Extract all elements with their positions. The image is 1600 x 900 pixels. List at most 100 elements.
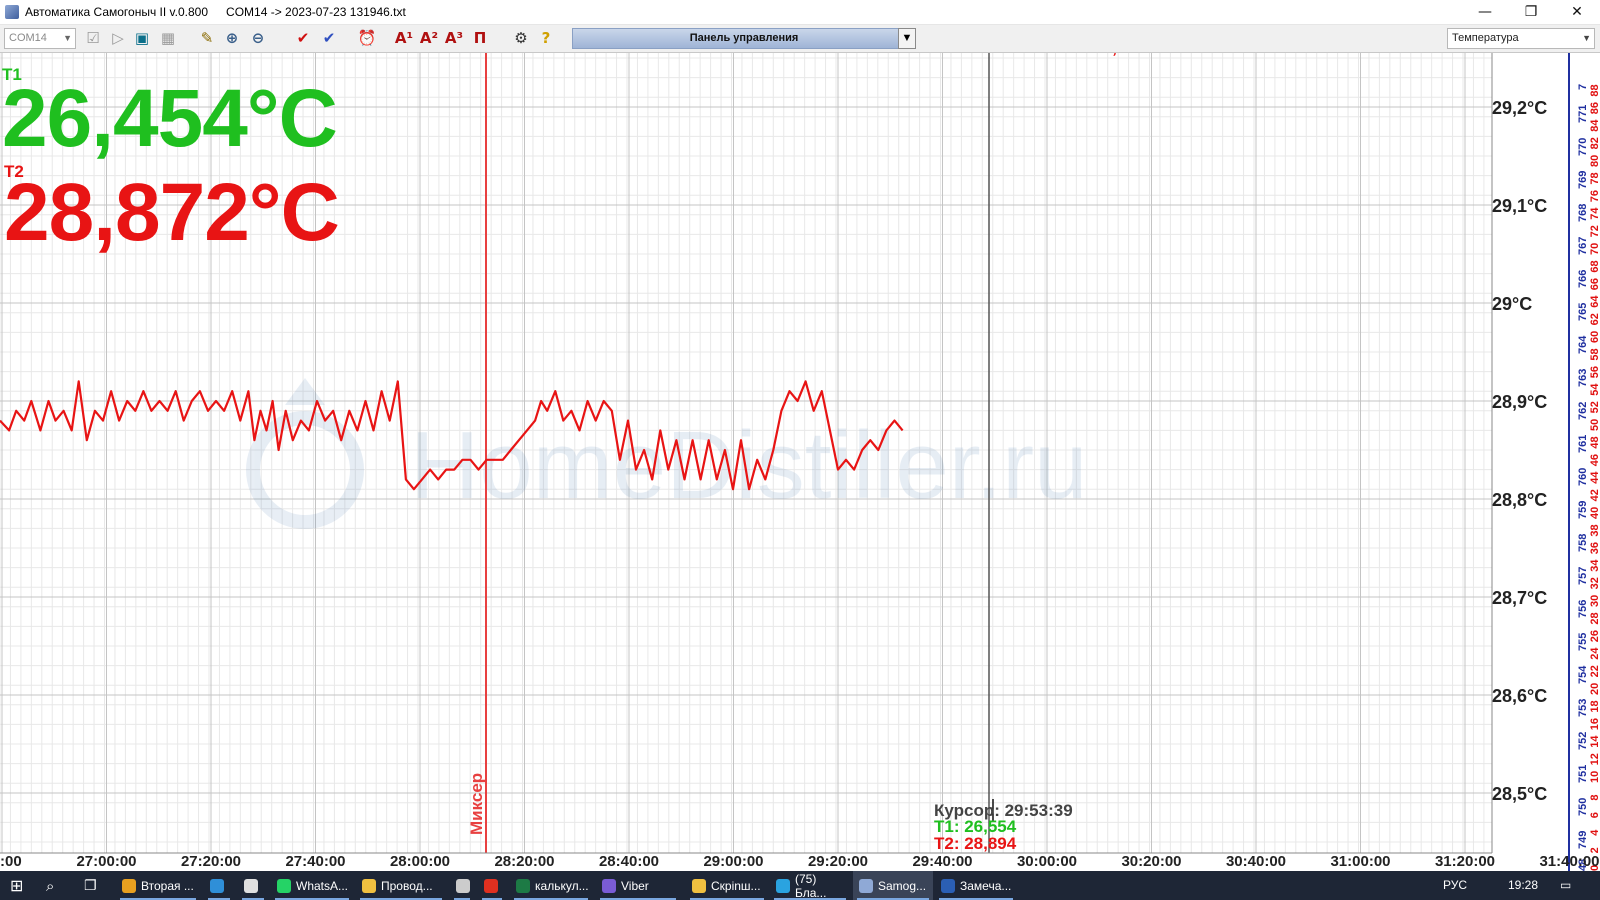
chrome-icon [122, 878, 136, 893]
samogonych-icon [859, 878, 873, 893]
taskbar-item-yandex-browser[interactable] [238, 871, 268, 900]
secondary-tick-blue: 752 [1577, 732, 1589, 750]
secondary-tick-red: 66 [1589, 278, 1600, 290]
check-blue-icon[interactable]: ✔ [318, 28, 340, 49]
taskbar-item-screenshots-folder[interactable]: Скрinш... [686, 871, 768, 900]
secondary-tick-red: 46 [1589, 454, 1600, 466]
a2-icon[interactable]: A² [418, 28, 440, 49]
taskbar-item-word[interactable]: Замеча... [935, 871, 1017, 900]
step-icon[interactable]: ▷ [107, 28, 129, 49]
taskbar-item-edge[interactable] [204, 871, 234, 900]
cursor-t2: T2: 28,894 [934, 834, 1017, 853]
secondary-tick-red: 76 [1589, 190, 1600, 202]
minimize-button[interactable]: — [1462, 0, 1508, 24]
secondary-tick-red: 36 [1589, 542, 1600, 554]
secondary-tick-red: 68 [1589, 260, 1600, 272]
secondary-tick-red: 14 [1589, 735, 1600, 748]
tray-clock[interactable]: 19:28 [1508, 871, 1538, 900]
com-port-select[interactable]: COM14 ▼ [4, 28, 76, 49]
search-button[interactable]: ⌕ [40, 871, 70, 900]
maximize-button[interactable]: ❐ [1508, 0, 1554, 24]
start-button[interactable]: ⊞ [4, 871, 34, 900]
close-button[interactable]: ✕ [1554, 0, 1600, 24]
x-tick-label: 30:00:00 [1017, 853, 1077, 870]
help-icon[interactable]: ? [535, 28, 557, 49]
secondary-tick-blue: 761 [1577, 435, 1589, 453]
x-tick-label: 27:20:00 [181, 853, 241, 870]
t1-value: 26,454°C [2, 73, 338, 164]
control-panel-bar[interactable]: Панель управления [572, 28, 916, 49]
windows-icon: ⊞ [10, 876, 24, 895]
notifications-icon[interactable]: ▭ [1560, 871, 1571, 900]
x-tick-label: 31:20:00 [1435, 853, 1495, 870]
taskbar-item-whatsapp[interactable]: WhatsA... [271, 871, 353, 900]
chevron-down-icon: ▼ [63, 33, 72, 43]
tray-language[interactable]: РУС [1443, 871, 1467, 900]
secondary-tick-red: 40 [1589, 507, 1600, 519]
taskbar-item-viber[interactable]: Viber [596, 871, 680, 900]
a1-icon[interactable]: A¹ [393, 28, 415, 49]
taskbar-item-explorer[interactable]: Провод... [356, 871, 446, 900]
x-tick-label: 28:20:00 [494, 853, 554, 870]
x-tick-label: 28:40:00 [599, 853, 659, 870]
zoom-out-icon[interactable]: ⊖ [247, 28, 269, 49]
pi-icon[interactable]: П [469, 28, 491, 49]
view-select[interactable]: Температура ▼ [1447, 28, 1595, 49]
y-tick-label: 28,6°C [1492, 686, 1547, 706]
secondary-tick-red: 38 [1589, 524, 1600, 536]
explorer-icon [362, 878, 376, 893]
check-red-icon[interactable]: ✔ [292, 28, 314, 49]
task-view-icon: ❐ [84, 877, 97, 894]
checkbox-icon[interactable]: ☑ [82, 28, 104, 49]
y-tick-label: 29,2°C [1492, 98, 1547, 118]
x-tick-label: 27:00:00 [76, 853, 136, 870]
secondary-tick-red: 78 [1589, 172, 1600, 184]
zoom-in-icon[interactable]: ⊕ [221, 28, 243, 49]
open-file-icon[interactable]: ✎ [196, 28, 218, 49]
com-port-value: COM14 [9, 32, 47, 44]
taskbar-item-samogonych[interactable]: Samog... [853, 871, 933, 900]
secondary-tick-blue: 755 [1577, 633, 1589, 651]
secondary-tick-blue: 758 [1577, 534, 1589, 552]
secondary-tick-red: 34 [1589, 559, 1600, 572]
taskbar: ⊞ ⌕ ❐ Вторая ... WhatsA... Провод... кальку… [0, 871, 1600, 900]
secondary-tick-blue: 754 [1577, 665, 1589, 684]
panel-dropdown-button[interactable]: ▼ [898, 28, 916, 49]
task-view-button[interactable]: ❐ [78, 871, 108, 900]
edge-icon [210, 878, 224, 893]
secondary-tick-blue: 765 [1577, 303, 1589, 321]
alarm-clock-icon[interactable]: ⏰ [356, 28, 378, 49]
x-tick-label: 28:00:00 [390, 853, 450, 870]
secondary-tick-red: 30 [1589, 595, 1600, 607]
settings-icon[interactable]: ⚙ [510, 28, 532, 49]
secondary-tick-red: 16 [1589, 718, 1600, 730]
taskbar-item-excel[interactable]: калькул... [510, 871, 592, 900]
x-tick-label: 27:40:00 [285, 853, 345, 870]
x-tick-label: 29:40:00 [912, 853, 972, 870]
secondary-tick-blue: 757 [1577, 567, 1589, 585]
t2-value: 28,872°C [4, 167, 340, 258]
secondary-tick-blue: 750 [1577, 798, 1589, 816]
secondary-tick-blue: 749 [1577, 831, 1589, 849]
secondary-tick-red: 80 [1589, 155, 1600, 167]
taskbar-item-label: Замеча... [960, 878, 1012, 893]
screenshots-folder-icon [692, 878, 706, 893]
a3-icon[interactable]: A³ [443, 28, 465, 49]
secondary-tick-red: 82 [1589, 137, 1600, 149]
toolbar: COM14 ▼ ☑ ▷ ▣ ▦ ✎ ⊕ ⊖ ✔ ✔ ⏰ A¹ A² A³ П ⚙? Панель управ… [0, 25, 1600, 53]
secondary-tick-red: 86 [1589, 102, 1600, 114]
whatsapp-icon [277, 878, 291, 893]
secondary-tick-blue: 7 [1577, 84, 1589, 90]
view-select-value: Температура [1452, 32, 1519, 44]
secondary-tick-red: 70 [1589, 243, 1600, 255]
taskbar-item-settings[interactable] [450, 871, 474, 900]
stop-icon[interactable]: ▣ [131, 28, 153, 49]
taskbar-item-telegram[interactable]: (75) Бла... [770, 871, 850, 900]
secondary-tick-red: 64 [1589, 295, 1600, 308]
grid-icon[interactable]: ▦ [157, 28, 179, 49]
taskbar-item-chrome[interactable]: Вторая ... [116, 871, 200, 900]
taskbar-item-label: Samog... [878, 878, 927, 893]
secondary-tick-red: 84 [1589, 119, 1600, 132]
secondary-tick-blue: 762 [1577, 402, 1589, 420]
taskbar-item-yandex[interactable] [478, 871, 506, 900]
